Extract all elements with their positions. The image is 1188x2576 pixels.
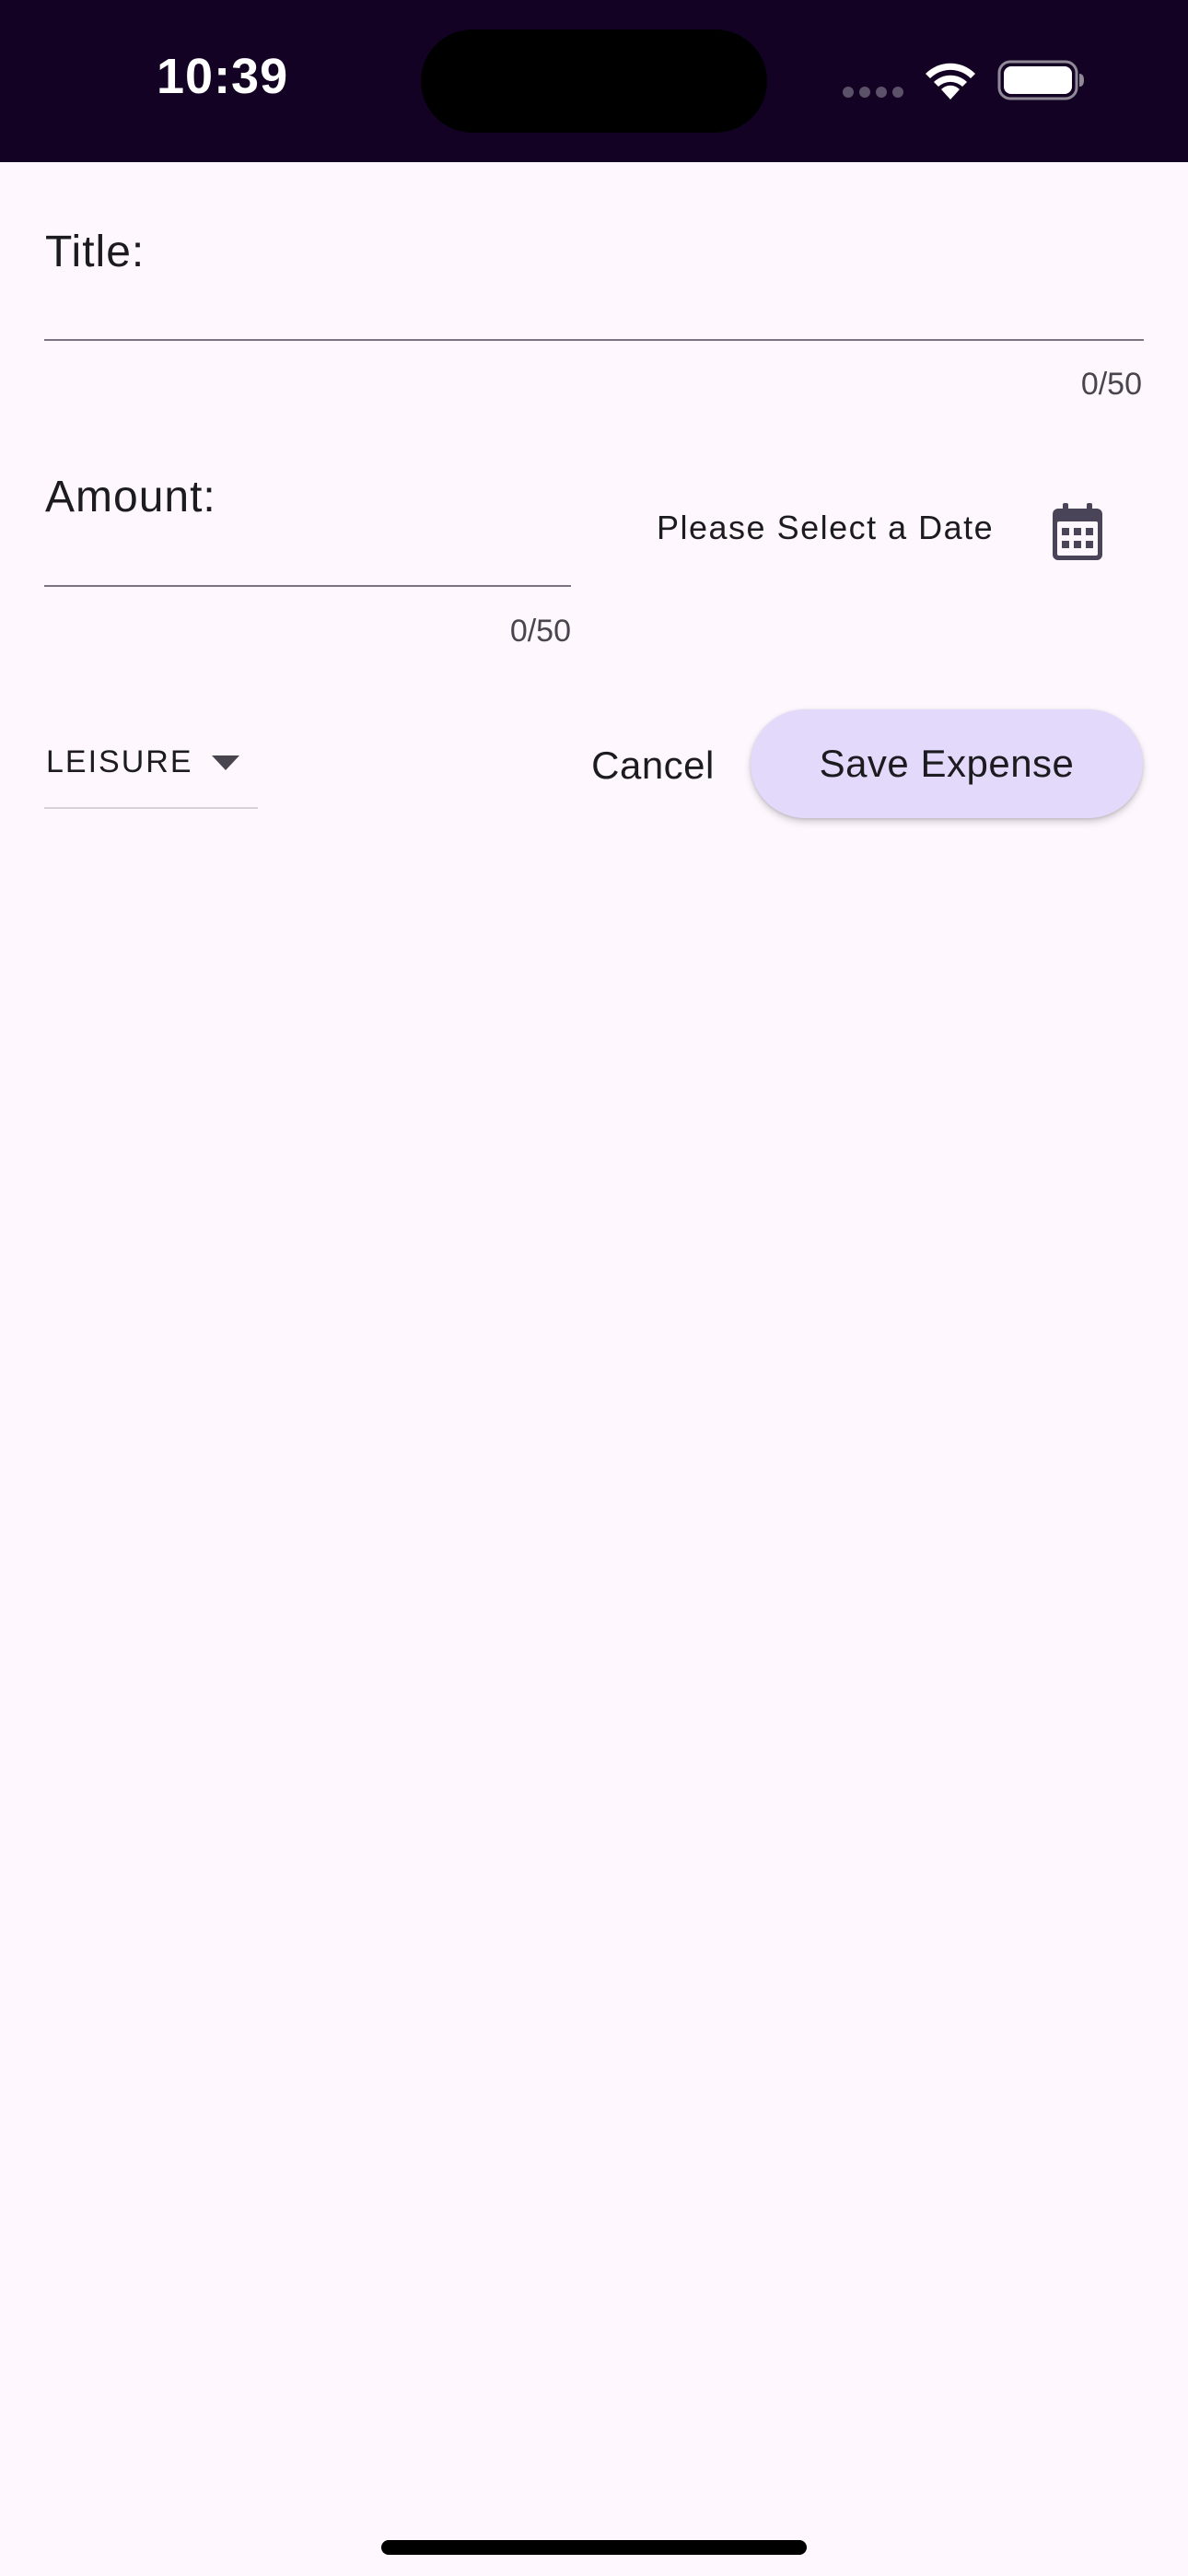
cellular-signal-icon	[843, 87, 907, 98]
category-selected-value: LEISURE	[46, 744, 193, 779]
calendar-icon	[1053, 503, 1102, 560]
amount-field[interactable]: Amount:	[45, 472, 216, 522]
status-bar: 10:39	[0, 0, 1188, 162]
title-char-counter: 0/50	[1080, 367, 1142, 402]
save-expense-button[interactable]: Save Expense	[751, 709, 1143, 818]
title-field[interactable]: Title:	[45, 227, 145, 277]
battery-icon	[997, 60, 1084, 100]
expense-form: Title: 0/50 Amount: 0/50 Please Select a…	[0, 162, 1188, 2576]
amount-char-counter: 0/50	[509, 614, 571, 649]
cancel-button[interactable]: Cancel	[571, 715, 735, 816]
date-picker-button[interactable]	[1041, 496, 1114, 569]
category-underline	[44, 807, 258, 809]
amount-underline	[44, 585, 571, 587]
dynamic-island	[421, 29, 767, 133]
title-underline	[44, 339, 1144, 341]
wifi-icon	[926, 63, 975, 100]
category-dropdown[interactable]: LEISURE	[44, 735, 258, 809]
selected-date-label: Please Select a Date	[657, 509, 995, 546]
status-time: 10:39	[157, 49, 289, 104]
dropdown-arrow-icon	[212, 755, 239, 770]
home-indicator[interactable]	[381, 2540, 807, 2555]
